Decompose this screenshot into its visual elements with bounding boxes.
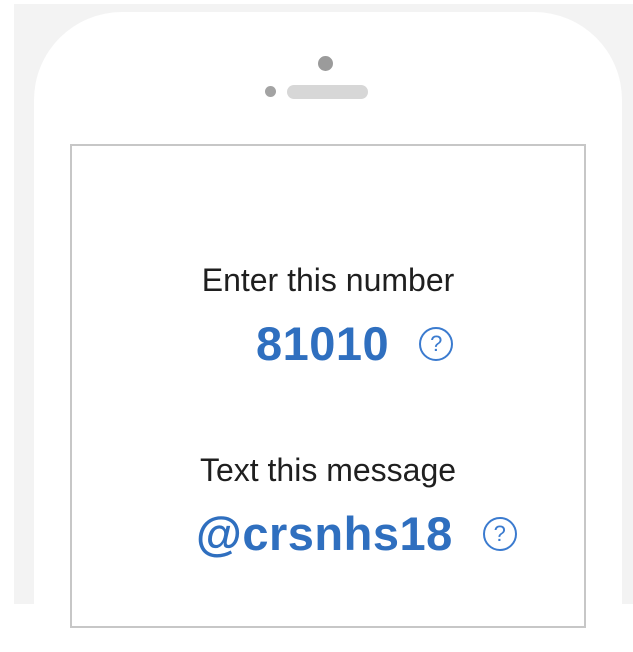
message-row: @crsnhs18 ? — [196, 506, 517, 561]
help-glyph: ? — [493, 520, 506, 546]
help-glyph: ? — [430, 330, 443, 356]
question-circle-icon[interactable]: ? — [482, 516, 517, 551]
question-circle-icon[interactable]: ? — [419, 326, 454, 361]
enter-number-label: Enter this number — [201, 262, 455, 298]
number-row: 81010 ? — [256, 316, 454, 371]
phone-camera — [318, 56, 333, 71]
message-code: @crsnhs18 — [196, 507, 453, 560]
phone-speaker — [287, 85, 368, 99]
phone-screen: Enter this number 81010 ? Text this mess… — [70, 144, 586, 628]
text-message-label: Text this message — [199, 452, 457, 488]
phone-sensor — [265, 86, 276, 97]
short-code-number: 81010 — [256, 317, 390, 370]
